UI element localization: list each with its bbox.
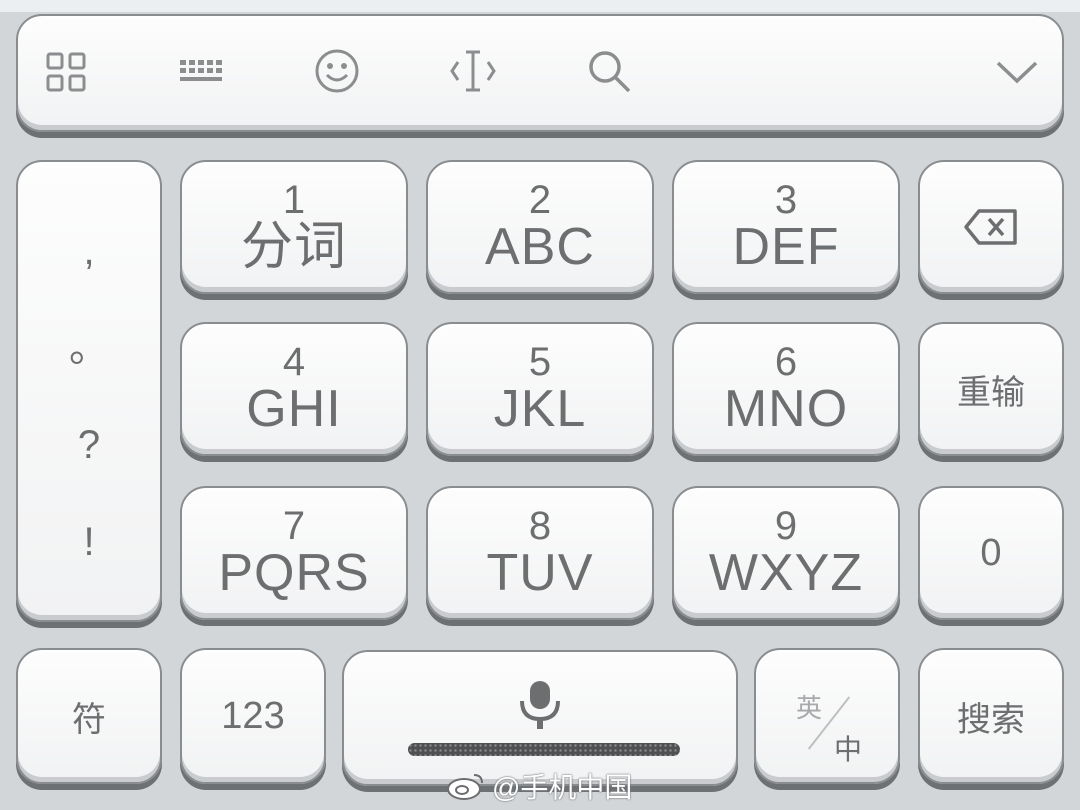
key-7-number: 7 [282,504,306,548]
watermark: @手机中国 [446,766,632,806]
key-5[interactable]: 5 JKL [426,322,654,456]
microphone-icon [520,681,560,729]
key-6-number: 6 [774,340,798,384]
lang-chinese-label: 中 [834,734,863,765]
lang-english-label: 英 [796,693,823,723]
key-2[interactable]: 2 ABC [426,160,654,294]
spacebar-grille [408,743,680,756]
collapse-chevron-icon[interactable] [992,46,1042,96]
symbol-key[interactable]: 符 [16,648,162,784]
punct-comma[interactable]: , [83,231,94,271]
watermark-text: @手机中国 [492,772,633,803]
zero-label: 0 [980,531,1002,574]
key-9-letters: WXYZ [708,544,864,602]
punct-period[interactable]: 。 [69,328,109,368]
punctuation-column[interactable]: , 。 ? ! [16,160,162,622]
key-9[interactable]: 9 WXYZ [672,486,900,620]
key-4[interactable]: 4 GHI [180,322,408,456]
key-4-letters: GHI [246,380,342,438]
search-label: 搜索 [957,700,1025,739]
zero-key[interactable]: 0 [918,486,1064,620]
numbers-label: 123 [221,694,285,737]
key-6[interactable]: 6 MNO [672,322,900,456]
key-5-number: 5 [528,340,552,384]
punct-exclaim[interactable]: ! [83,522,94,562]
key-6-letters: MNO [723,380,849,438]
key-8[interactable]: 8 TUV [426,486,654,620]
reenter-key[interactable]: 重输 [918,322,1064,456]
backspace-icon [964,209,1017,245]
key-5-letters: JKL [493,380,587,438]
language-switch-key[interactable]: 英 中 [754,648,900,784]
key-3-letters: DEF [732,218,840,276]
key-1-number: 1 [282,178,306,222]
key-2-letters: ABC [485,218,595,276]
numbers-key[interactable]: 123 [180,648,326,784]
key-4-number: 4 [282,340,306,384]
top-strip [0,0,1080,12]
backspace-key[interactable] [918,160,1064,294]
key-9-number: 9 [774,504,798,548]
key-1-letters: 分词 [240,218,347,276]
weibo-logo-icon [447,774,483,800]
symbol-label: 符 [72,700,106,739]
keyboard-icon[interactable] [176,46,226,96]
punct-question[interactable]: ? [78,425,100,465]
key-2-number: 2 [528,178,552,222]
reenter-label: 重输 [957,373,1025,412]
key-7[interactable]: 7 PQRS [180,486,408,620]
key-8-number: 8 [528,504,552,548]
keyboard-toolbar [16,14,1064,132]
key-7-letters: PQRS [218,544,370,602]
cursor-move-icon[interactable] [448,46,498,96]
key-8-letters: TUV [486,544,594,602]
key-3-number: 3 [774,178,798,222]
apps-grid-icon[interactable] [42,46,92,96]
search-icon[interactable] [584,46,634,96]
search-key[interactable]: 搜索 [918,648,1064,784]
key-1[interactable]: 1 分词 [180,160,408,294]
emoji-icon[interactable] [312,46,362,96]
key-3[interactable]: 3 DEF [672,160,900,294]
